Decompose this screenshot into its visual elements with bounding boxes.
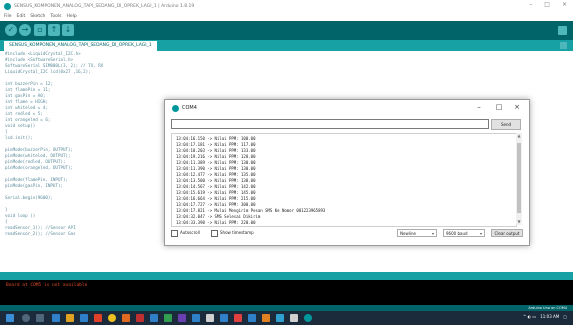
serial-options-row: Autoscroll Show timestamp Newline ▾ 9600… <box>171 229 523 239</box>
app-icon[interactable] <box>206 314 214 322</box>
chevron-down-icon: ▾ <box>479 231 482 236</box>
code-line: LiquidCrystal_I2C lcd(0x27 ,16,2); <box>5 69 91 74</box>
serial-output[interactable]: 13:04:16.150 -> Nilai PPM: 100.00 13:04:… <box>171 133 517 227</box>
maximize-icon[interactable]: □ <box>544 1 550 8</box>
app-icon[interactable] <box>220 314 228 322</box>
arrow-down-icon[interactable]: ↓ <box>62 24 74 36</box>
output-line: 13:04:33.390 -> Nilai PPM: 220.00 <box>176 220 256 225</box>
line-ending-select[interactable]: Newline ▾ <box>397 229 437 237</box>
code-line: lcd.init(); <box>5 135 33 140</box>
clear-output-button[interactable]: Clear output <box>491 229 523 237</box>
system-tray: ^ ◐ ▭ 11:03 AM ▢ <box>523 314 567 319</box>
arrow-right-icon[interactable]: → <box>19 24 31 36</box>
scroll-thumb[interactable] <box>517 143 521 213</box>
serial-monitor-window: COM4 – □ × Send 13:04:16.150 -> Nilai PP… <box>164 99 530 246</box>
chrome-icon[interactable] <box>108 314 116 322</box>
check-icon[interactable]: ✓ <box>5 24 17 36</box>
console-error-message: Board at COM5 is not available <box>6 283 88 288</box>
code-line: readSensor_2(); //Sensor Gas <box>5 231 76 236</box>
magnifier-icon[interactable] <box>558 26 567 35</box>
send-input[interactable] <box>171 119 489 129</box>
arduino-taskbar-icon[interactable] <box>304 314 312 322</box>
app-icon[interactable] <box>262 314 270 322</box>
baud-rate-value: 9600 baud <box>446 231 468 236</box>
windows-taskbar: ^ ◐ ▭ 11:03 AM ▢ <box>0 311 573 325</box>
app-icon[interactable] <box>192 314 200 322</box>
tray-icons[interactable]: ^ ◐ ▭ <box>523 314 536 319</box>
file-new-icon[interactable]: ▫ <box>34 24 46 36</box>
ide-window-title: SENSUS_KOMPONEN_ANALOG_TAPI_SEDANG_DI_OP… <box>14 3 195 9</box>
line-ending-value: Newline <box>400 231 416 236</box>
serial-monitor-title-bar[interactable]: COM4 – □ × <box>165 100 529 117</box>
timestamp-checkbox[interactable] <box>211 230 218 237</box>
word-icon[interactable] <box>150 314 158 322</box>
app-icon[interactable] <box>276 314 284 322</box>
chevron-down-icon: ▾ <box>431 231 434 236</box>
code-line: void setup() <box>5 123 36 128</box>
app-icon[interactable] <box>122 314 130 322</box>
maximize-icon[interactable]: □ <box>493 103 505 111</box>
minimize-icon[interactable]: – <box>473 103 485 111</box>
arrow-up-icon[interactable]: ↑ <box>48 24 60 36</box>
arduino-logo-icon <box>4 2 11 10</box>
code-line: Serial.begin(9600); <box>5 195 53 200</box>
toolbar: ✓ → ▫ ↑ ↓ <box>0 21 573 40</box>
app-icon[interactable] <box>234 314 242 322</box>
console-panel: Board at COM5 is not available <box>0 280 573 305</box>
notification-icon[interactable]: ▢ <box>563 314 567 319</box>
scroll-up-icon[interactable]: ▲ <box>516 133 522 139</box>
autoscroll-checkbox[interactable] <box>171 230 178 237</box>
close-icon[interactable]: × <box>511 103 523 111</box>
console-status-bar <box>0 272 573 280</box>
timestamp-label: Show timestamp <box>220 230 254 235</box>
window-controls: – □ × <box>529 1 567 8</box>
menu-tools[interactable]: Tools <box>50 14 61 19</box>
scroll-down-icon[interactable]: ▼ <box>516 219 522 225</box>
serial-monitor-title: COM4 <box>182 105 197 111</box>
ide-title-bar: SENSUS_KOMPONEN_ANALOG_TAPI_SEDANG_DI_OP… <box>0 0 573 12</box>
code-line: pinMode(orangeled, OUTPUT); <box>5 165 74 170</box>
menu-file[interactable]: File <box>4 14 12 19</box>
edge-browser-icon[interactable] <box>52 314 60 322</box>
app-icon[interactable] <box>248 314 256 322</box>
code-line: void loop () <box>5 213 36 218</box>
tab-bar: SENSUS_KOMPONEN_ANALOG_TAPI_SEDANG_DI_OP… <box>0 40 573 51</box>
menu-edit[interactable]: Edit <box>17 14 26 19</box>
windows-start-icon[interactable] <box>6 314 14 322</box>
app-icon[interactable] <box>178 314 186 322</box>
tab-sketch[interactable]: SENSUS_KOMPONEN_ANALOG_TAPI_SEDANG_DI_OP… <box>4 41 157 51</box>
app-icon[interactable] <box>94 314 102 322</box>
minimize-icon[interactable]: – <box>529 1 532 8</box>
search-icon[interactable] <box>22 314 30 322</box>
store-icon[interactable] <box>80 314 88 322</box>
tab-menu-icon[interactable] <box>560 42 567 49</box>
output-scrollbar[interactable]: ▲ ▼ <box>516 133 522 225</box>
task-view-icon[interactable] <box>36 314 44 322</box>
send-button[interactable]: Send <box>491 119 521 130</box>
file-explorer-icon[interactable] <box>66 314 74 322</box>
excel-icon[interactable] <box>164 314 172 322</box>
baud-rate-select[interactable]: 9600 baud ▾ <box>443 229 485 237</box>
arduino-logo-icon <box>172 105 179 112</box>
code-line: pinMode(gasPin, INPUT); <box>5 183 63 188</box>
app-icon[interactable] <box>290 314 298 322</box>
menu-bar: File Edit Sketch Tools Help <box>0 12 573 21</box>
close-icon[interactable]: × <box>562 1 567 8</box>
app-icon[interactable] <box>136 314 144 322</box>
clock[interactable]: 11:03 AM <box>540 314 559 319</box>
menu-help[interactable]: Help <box>67 14 77 19</box>
autoscroll-label: Autoscroll <box>180 230 200 235</box>
send-row: Send <box>171 119 521 130</box>
menu-sketch[interactable]: Sketch <box>30 14 45 19</box>
